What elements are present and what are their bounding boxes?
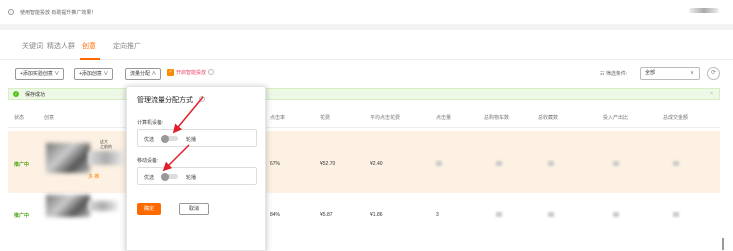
blurred-value xyxy=(436,161,442,166)
traffic-allocation-popup: 管理流量分配方式 计算机设备: 优选 轮播 移动设备: 优选 轮播 确定 取消 xyxy=(126,86,266,251)
creative-thumbnail[interactable] xyxy=(46,195,90,217)
traffic-allocation-button[interactable]: 流量分配 ∧ xyxy=(125,68,162,80)
creative-snippet: 这大 之前的 xyxy=(100,139,112,149)
table-row[interactable]: 推广中 这大 之前的 多 推 67% ¥52.70 ¥2.40 xyxy=(8,131,720,193)
blurred-value xyxy=(673,212,679,217)
user-avatar[interactable] xyxy=(689,8,719,13)
add-experiment-creative-label: 添加实验创意 xyxy=(22,71,53,77)
blurred-value xyxy=(496,212,502,217)
tip-bar: i 使用智能投放 有助提升推广效果！ xyxy=(0,0,733,24)
mobile-device-toggle[interactable] xyxy=(161,172,178,181)
table-header: 状态 创意 点击率 花费 平均点击花费 点击量 总购物车数 总收藏数 投入产出比… xyxy=(8,106,720,128)
header-avg-cost[interactable]: 平均点击花费 xyxy=(370,114,400,121)
clicks-value: 3 xyxy=(436,212,439,218)
mobile-device-label: 移动设备: xyxy=(137,158,159,164)
refresh-icon[interactable]: ⟳ xyxy=(707,67,720,80)
help-icon[interactable] xyxy=(208,69,214,75)
tab-creative[interactable]: 创意 xyxy=(82,41,96,51)
rotate-option-label: 轮播 xyxy=(186,137,197,143)
help-icon[interactable] xyxy=(199,96,205,102)
ctr-value: 67% xyxy=(270,161,281,167)
pc-device-label: 计算机设备: xyxy=(137,120,164,126)
creative-tag: 多 推 xyxy=(88,174,100,180)
filter-select[interactable]: 全部 ∨ xyxy=(640,67,700,80)
chevron-down-icon: ∨ xyxy=(690,70,694,76)
blurred-value xyxy=(548,161,554,166)
pc-device-toggle[interactable] xyxy=(161,134,178,143)
header-fav[interactable]: 总收藏数 xyxy=(538,114,558,121)
ctr-value: 84% xyxy=(270,212,281,218)
scrollbar[interactable] xyxy=(722,238,724,250)
success-message: ✓ 保存成功 × xyxy=(8,88,720,100)
cancel-button[interactable]: 取消 xyxy=(179,203,209,215)
add-experiment-creative-button[interactable]: +添加实验创意 ∨ xyxy=(15,68,65,80)
mobile-device-option: 优选 轮播 xyxy=(137,167,257,185)
success-text: 保存成功 xyxy=(25,91,46,98)
creative-thumbnail[interactable] xyxy=(46,143,90,173)
avg-cost-value: ¥1.86 xyxy=(370,212,383,218)
active-tab-indicator xyxy=(80,58,100,60)
toggle-knob xyxy=(161,134,169,143)
cost-value: ¥52.70 xyxy=(320,161,336,167)
traffic-allocation-label: 流量分配 xyxy=(130,71,151,77)
tab-bar: 关键词 精选人群 创意 定向推广 xyxy=(0,30,733,60)
status-badge: 推广中 xyxy=(14,213,30,219)
tab-keywords[interactable]: 关键词 xyxy=(22,41,43,51)
creative-thumbnail-secondary xyxy=(88,201,118,211)
header-status: 状态 xyxy=(14,115,25,121)
smart-delivery-label: 开启智能投放 xyxy=(176,70,207,76)
filter-label-text: 筛选条件: xyxy=(605,71,628,77)
header-cost[interactable]: 花费 xyxy=(320,114,330,121)
table-row[interactable]: 推广中 84% ¥5.87 ¥1.86 3 xyxy=(8,193,720,243)
add-creative-button[interactable]: +添加创意 ∨ xyxy=(74,68,114,80)
creative-thumbnail-secondary xyxy=(88,151,124,165)
preferred-option-label: 优选 xyxy=(144,137,155,143)
info-icon: i xyxy=(8,9,14,15)
header-roi[interactable]: 投入产出比 xyxy=(603,114,628,121)
preferred-option-label: 优选 xyxy=(144,175,155,181)
popup-title: 管理流量分配方式 xyxy=(137,97,193,104)
toggle-knob xyxy=(161,172,169,181)
toolbar: +添加实验创意 ∨ +添加创意 ∨ 流量分配 ∧ ✓ 开启智能投放 ☷ 筛选条件… xyxy=(0,64,733,84)
status-badge: 推广中 xyxy=(14,162,30,168)
header-cart[interactable]: 总购物车数 xyxy=(484,114,509,121)
blurred-value xyxy=(496,161,502,166)
check-icon: ✓ xyxy=(13,91,19,97)
filter-label: ☷ 筛选条件: xyxy=(600,71,628,77)
blurred-value xyxy=(548,212,554,217)
header-creative: 创意 xyxy=(44,115,55,121)
tab-targeting[interactable]: 定向推广 xyxy=(113,41,141,51)
rotate-option-label: 轮播 xyxy=(186,175,197,181)
confirm-button[interactable]: 确定 xyxy=(137,203,161,215)
filter-value: 全部 xyxy=(645,70,656,76)
blurred-value xyxy=(613,161,619,166)
tab-audience[interactable]: 精选人群 xyxy=(47,41,75,51)
blurred-value xyxy=(673,161,679,166)
tip-text: 使用智能投放 有助提升推广效果！ xyxy=(20,9,97,16)
cost-value: ¥5.87 xyxy=(320,212,333,218)
add-creative-label: 添加创意 xyxy=(81,71,102,77)
header-gmv[interactable]: 总成交金额 xyxy=(663,114,688,121)
blurred-value xyxy=(613,212,619,217)
header-ctr[interactable]: 点击率 xyxy=(270,114,285,121)
smart-delivery-checkbox[interactable]: ✓ xyxy=(167,69,174,76)
avg-cost-value: ¥2.40 xyxy=(370,161,383,167)
close-icon[interactable]: × xyxy=(710,91,713,97)
pc-device-option: 优选 轮播 xyxy=(137,129,257,147)
header-clicks[interactable]: 点击量 xyxy=(436,114,451,121)
